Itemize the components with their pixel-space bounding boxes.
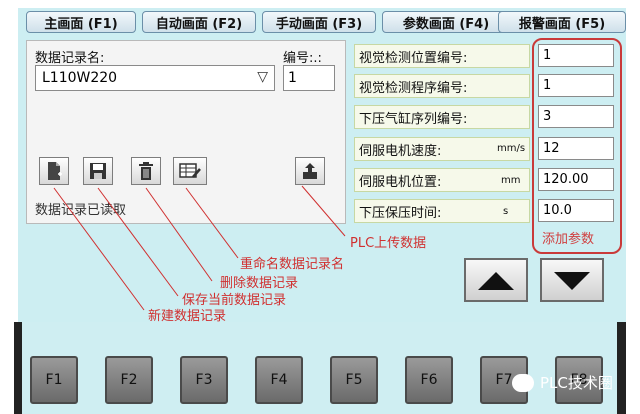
wechat-icon: [512, 373, 534, 392]
function-key-f6[interactable]: F6: [405, 356, 453, 404]
watermark-text: PLC技术圈: [540, 374, 613, 392]
function-key-f4[interactable]: F4: [255, 356, 303, 404]
annotation-rename: 重命名数据记录名: [240, 257, 345, 272]
function-key-f1[interactable]: F1: [30, 356, 78, 404]
function-key-f5[interactable]: F5: [330, 356, 378, 404]
hmi-screenshot: 主画面 (F1) 自动画面 (F2) 手动画面 (F3) 参数画面 (F4) 报…: [0, 0, 640, 414]
annotation-new: 新建数据记录: [148, 309, 227, 324]
function-key-f3[interactable]: F3: [180, 356, 228, 404]
annotation-leaders: [53, 185, 346, 311]
annotation-plc-upload: PLC上传数据: [350, 236, 427, 251]
function-key-f2[interactable]: F2: [105, 356, 153, 404]
watermark: PLC技术圈: [512, 372, 613, 393]
